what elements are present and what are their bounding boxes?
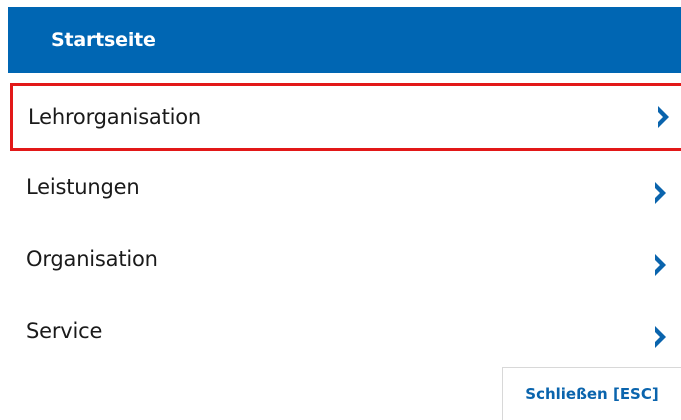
menu-item-label: Lehrorganisation: [28, 105, 202, 129]
chevron-right-icon: [653, 253, 669, 277]
navigation-menu-panel: Startseite Lehrorganisation Leistungen O…: [0, 0, 681, 420]
chevron-right-icon: [653, 181, 669, 205]
menu-item-organisation[interactable]: Organisation: [8, 223, 681, 295]
menu-item-service[interactable]: Service: [8, 295, 681, 367]
header-title[interactable]: Startseite: [51, 7, 156, 73]
close-button[interactable]: Schließen [ESC]: [503, 368, 681, 420]
menu-item-lehrorganisation[interactable]: Lehrorganisation: [10, 83, 681, 151]
menu-item-leistungen[interactable]: Leistungen: [8, 151, 681, 223]
menu-list: Lehrorganisation Leistungen Organisation: [8, 78, 681, 367]
chevron-right-icon: [653, 325, 669, 349]
chevron-right-icon: [656, 105, 672, 129]
close-button-container: Schließen [ESC]: [502, 367, 681, 420]
menu-header[interactable]: Startseite: [8, 7, 681, 73]
menu-item-label: Service: [26, 319, 103, 343]
menu-item-label: Leistungen: [26, 175, 140, 199]
menu-item-label: Organisation: [26, 247, 158, 271]
